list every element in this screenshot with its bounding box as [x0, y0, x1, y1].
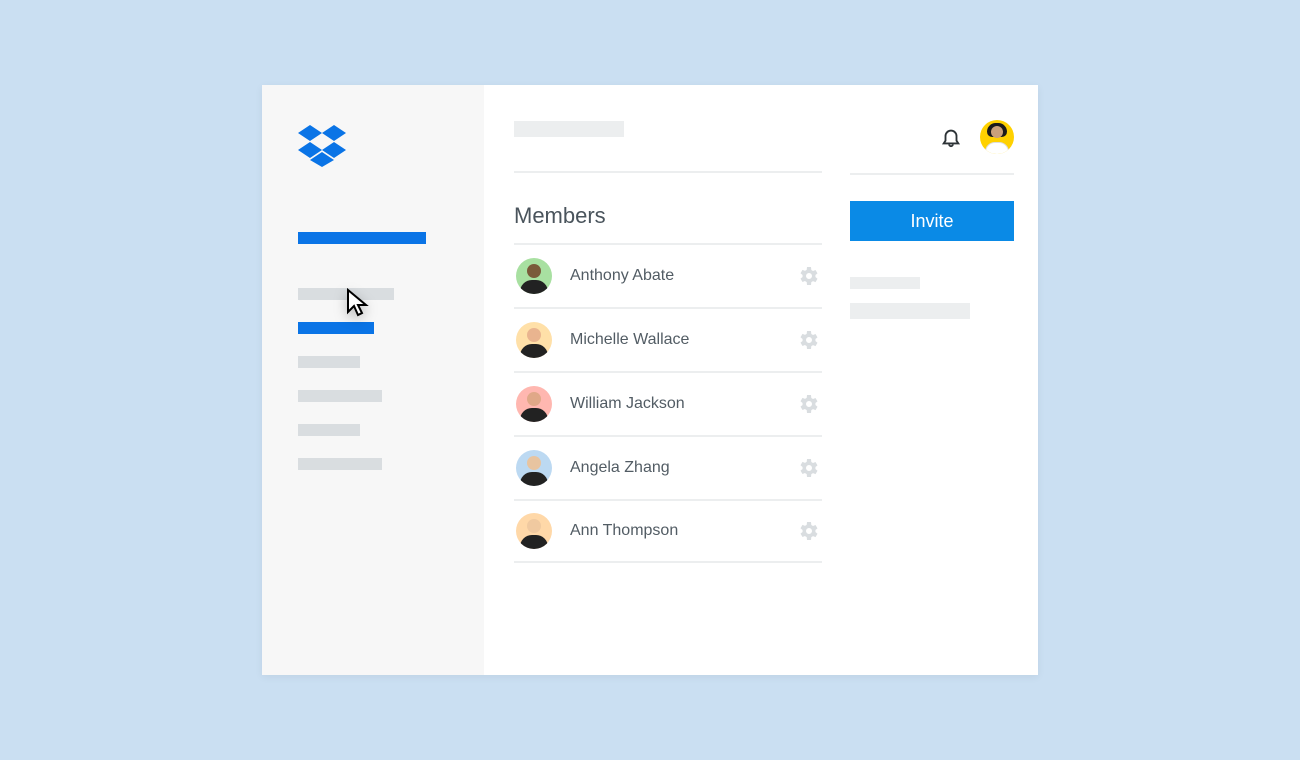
gear-icon[interactable] [796, 392, 820, 416]
avatar [516, 513, 552, 549]
divider [514, 171, 822, 173]
member-row[interactable]: William Jackson [514, 371, 822, 435]
invite-button[interactable]: Invite [850, 201, 1014, 241]
member-name: Michelle Wallace [570, 331, 796, 349]
member-row[interactable]: Michelle Wallace [514, 307, 822, 371]
gear-icon[interactable] [796, 264, 820, 288]
placeholder [850, 303, 970, 319]
gear-icon[interactable] [796, 519, 820, 543]
sidebar-item-5[interactable] [298, 390, 382, 402]
members-list: Anthony Abate Michelle Wallace [514, 243, 822, 563]
cursor-icon [346, 288, 372, 323]
member-row[interactable]: Ann Thompson [514, 499, 822, 563]
page-title-placeholder [514, 121, 624, 137]
sidebar-nav [298, 232, 484, 470]
member-row[interactable]: Angela Zhang [514, 435, 822, 499]
app-window: Members Anthony Abate Michelle Wallace [262, 85, 1038, 675]
main-area: Members Anthony Abate Michelle Wallace [484, 85, 1038, 675]
sidebar-item-4[interactable] [298, 356, 360, 368]
divider [850, 173, 1014, 175]
member-name: Angela Zhang [570, 459, 796, 477]
content-column: Members Anthony Abate Michelle Wallace [514, 121, 850, 675]
topbar [850, 121, 1014, 153]
section-title: Members [514, 203, 822, 229]
gear-icon[interactable] [796, 328, 820, 352]
sidebar-item-3[interactable] [298, 322, 374, 334]
sidebar-item-6[interactable] [298, 424, 360, 436]
user-avatar[interactable] [980, 120, 1014, 154]
sidebar [262, 85, 484, 675]
avatar [516, 386, 552, 422]
sidebar-item-1[interactable] [298, 232, 426, 244]
avatar [516, 322, 552, 358]
member-name: Ann Thompson [570, 522, 796, 540]
avatar [516, 258, 552, 294]
member-name: Anthony Abate [570, 267, 796, 285]
dropbox-logo-icon[interactable] [298, 125, 484, 172]
bell-icon[interactable] [940, 126, 962, 148]
sidebar-item-7[interactable] [298, 458, 382, 470]
gear-icon[interactable] [796, 456, 820, 480]
right-column: Invite [850, 121, 1014, 675]
member-name: William Jackson [570, 395, 796, 413]
placeholder [850, 277, 920, 289]
avatar [516, 450, 552, 486]
member-row[interactable]: Anthony Abate [514, 243, 822, 307]
